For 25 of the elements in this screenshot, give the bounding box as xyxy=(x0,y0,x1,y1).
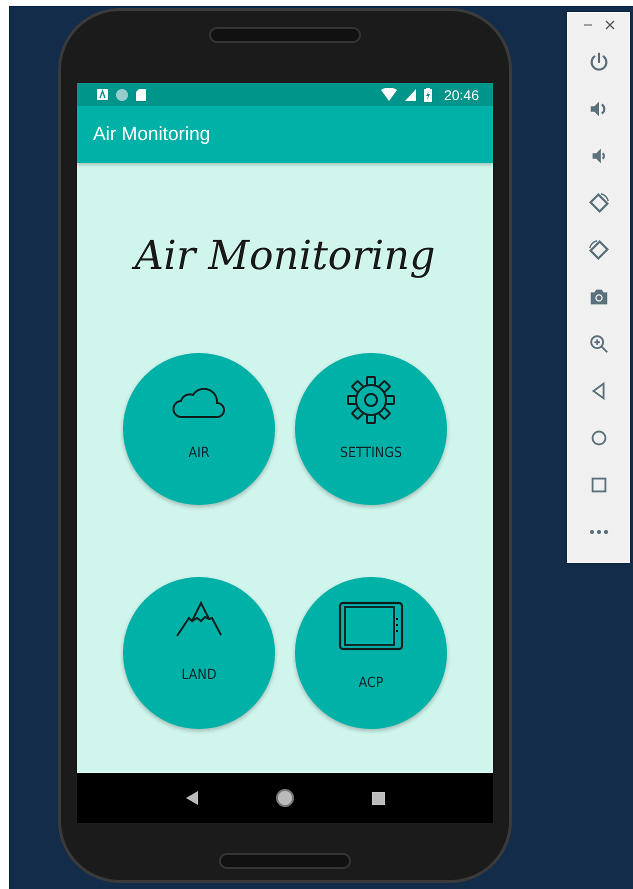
wifi-icon xyxy=(380,88,397,101)
menu-tile-button[interactable]: AIR xyxy=(123,353,275,505)
mountain-icon xyxy=(175,601,223,637)
signal-icon xyxy=(404,88,416,100)
notification-icon xyxy=(97,89,108,100)
tablet-icon xyxy=(338,601,404,651)
rotate-right-icon xyxy=(588,239,610,261)
gear-icon xyxy=(346,375,396,425)
app-title: Air Monitoring xyxy=(93,124,210,146)
close-icon[interactable] xyxy=(604,20,614,30)
sd-card-icon xyxy=(136,88,146,100)
more-icon xyxy=(590,530,608,534)
battery-icon xyxy=(424,88,432,102)
menu-tile-button[interactable]: LAND xyxy=(123,577,275,729)
overview-icon[interactable] xyxy=(372,792,384,804)
circle-icon xyxy=(116,88,128,100)
menu-tile-button[interactable]: SETTINGS xyxy=(295,353,447,505)
home-icon[interactable] xyxy=(274,788,294,808)
rotate-left-icon xyxy=(588,192,610,214)
back-icon[interactable] xyxy=(186,791,198,805)
clock-time: 20:46 xyxy=(444,86,479,102)
zoom-in-icon xyxy=(588,333,610,355)
cloud-icon xyxy=(172,385,226,419)
power-icon xyxy=(588,51,610,73)
menu-tile-button[interactable]: ACP xyxy=(295,577,447,729)
